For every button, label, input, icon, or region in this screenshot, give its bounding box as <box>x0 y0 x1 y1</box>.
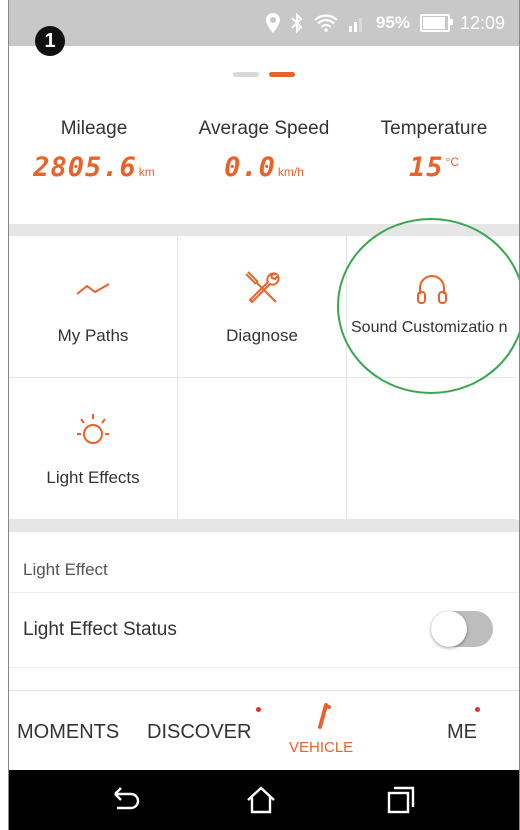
light-effects-label: Light Effects <box>46 468 140 487</box>
app-screen: 1 95% 12:09 Mileage 2805.6 km Average Sp… <box>8 0 520 830</box>
temperature-label: Temperature <box>380 118 488 139</box>
notification-dot <box>475 707 480 712</box>
vehicle-icon <box>318 703 331 729</box>
temperature-unit: °C <box>445 155 459 169</box>
location-icon <box>265 13 280 33</box>
tab-moments[interactable]: MOMENTS <box>17 721 119 744</box>
signal-icon <box>348 14 366 32</box>
page-dot-2[interactable] <box>269 72 295 77</box>
my-paths-label: My Paths <box>57 326 129 345</box>
avg-speed-value: 0.0 km/h <box>224 152 304 183</box>
battery-percent: 95% <box>375 13 410 32</box>
mileage-value: 2805.6 km <box>33 152 155 183</box>
light-effect-status-row: Light Effect Status <box>9 593 519 668</box>
diagnose-label: Diagnose <box>226 326 298 345</box>
light-effect-status-label: Light Effect Status <box>23 619 177 640</box>
notification-dot <box>256 707 261 712</box>
tab-vehicle[interactable]: VEHICLE <box>279 701 369 767</box>
mileage-unit: km <box>138 165 155 179</box>
status-bar: 1 95% 12:09 <box>9 0 519 56</box>
bluetooth-icon <box>290 13 304 33</box>
back-icon[interactable] <box>109 784 141 816</box>
clock: 12:09 <box>459 12 505 33</box>
vehicle-label: VEHICLE <box>289 739 354 756</box>
light-effect-section-header: Light Effect <box>9 550 519 593</box>
mileage-stat: Mileage 2805.6 km <box>9 118 179 218</box>
tab-discover[interactable]: DISCOVER <box>147 721 251 744</box>
avg-speed-label: Average Speed <box>198 118 330 139</box>
section-divider <box>9 520 519 532</box>
tab-me[interactable]: ME <box>447 721 477 744</box>
section-title: Light Effect <box>23 560 108 579</box>
avg-speed-unit: km/h <box>277 165 304 179</box>
recents-icon[interactable] <box>385 784 417 816</box>
battery-icon <box>419 14 453 32</box>
light-bulb-icon <box>77 414 109 444</box>
ride-stats: Mileage 2805.6 km Average Speed 0.0 km/h T… <box>9 118 519 218</box>
tools-icon <box>245 271 280 304</box>
page-dot-1[interactable] <box>233 72 259 77</box>
diagnose-button[interactable]: Diagnose <box>178 236 347 378</box>
empty-cell <box>178 378 347 520</box>
empty-cell <box>347 378 516 520</box>
my-paths-button[interactable]: My Paths <box>9 236 178 378</box>
wifi-icon <box>314 14 338 32</box>
temperature-value: 15 °C <box>409 152 459 183</box>
path-icon <box>76 283 110 295</box>
toggle-knob <box>431 611 467 647</box>
mileage-label: Mileage <box>60 118 128 139</box>
avg-speed-stat: Average Speed 0.0 km/h <box>179 118 349 218</box>
home-icon[interactable] <box>245 784 277 816</box>
light-effects-button[interactable]: Light Effects <box>9 378 178 520</box>
step-badge: 1 <box>35 26 65 56</box>
highlight-circle <box>337 218 519 394</box>
system-nav-bar <box>9 770 519 830</box>
temperature-stat: Temperature 15 °C <box>349 118 519 218</box>
page-indicator <box>9 72 519 77</box>
bottom-nav: MOMENTS DISCOVER VEHICLE ME <box>9 690 519 771</box>
light-effect-toggle[interactable] <box>431 611 493 647</box>
